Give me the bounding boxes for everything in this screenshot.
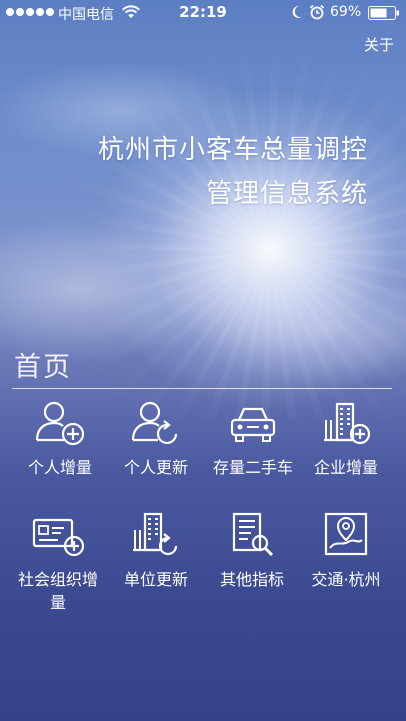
status-bar: 中国电信 22:19 69% [0,0,406,26]
menu-item-personal-update[interactable]: 个人更新 [108,398,204,479]
section-title-home: 首页 [14,352,72,383]
menu-item-traffic-hangzhou[interactable]: 交通·杭州 [298,510,394,591]
battery-percentage: 69% [330,4,362,20]
car-icon [230,407,276,442]
menu-label-enterprise-increment: 企业增量 [313,458,378,477]
alarm-clock-icon [309,4,325,20]
card-add-icon [32,518,85,557]
person-add-icon [35,401,85,446]
section-divider [12,388,392,389]
menu-label-other-quota: 其他指标 [219,570,284,589]
menu-label-personal-update: 个人更新 [123,458,188,477]
menu-label-traffic-hangzhou: 交通·杭州 [311,570,381,589]
building-refresh-icon [133,512,178,556]
menu-item-enterprise-increment[interactable]: 企业增量 [298,398,394,479]
menu-item-social-org-increment[interactable]: 社会组织增量 [10,510,106,614]
menu-item-used-car[interactable]: 存量二手车 [205,398,301,479]
moon-icon [292,5,302,18]
menu-item-unit-update[interactable]: 单位更新 [108,510,204,591]
map-pin-icon [324,512,368,556]
menu-label-social-org-increment: 社会组织增量 [17,570,98,612]
app-title-line-1: 杭州市小客车总量调控 [97,135,368,165]
document-search-icon [232,512,274,557]
person-refresh-icon [131,401,178,445]
menu-label-personal-increment: 个人增量 [27,458,92,477]
about-button[interactable]: 关于 [364,34,394,55]
menu-label-used-car: 存量二手车 [212,458,293,477]
menu-item-other-quota[interactable]: 其他指标 [204,510,300,591]
menu-label-unit-update: 单位更新 [123,570,188,589]
app-title: 杭州市小客车总量调控 管理信息系统 [98,128,368,216]
battery-icon [368,6,399,20]
building-add-icon [324,402,371,445]
menu-item-personal-increment[interactable]: 个人增量 [12,398,108,479]
app-title-line-2: 管理信息系统 [205,179,368,209]
